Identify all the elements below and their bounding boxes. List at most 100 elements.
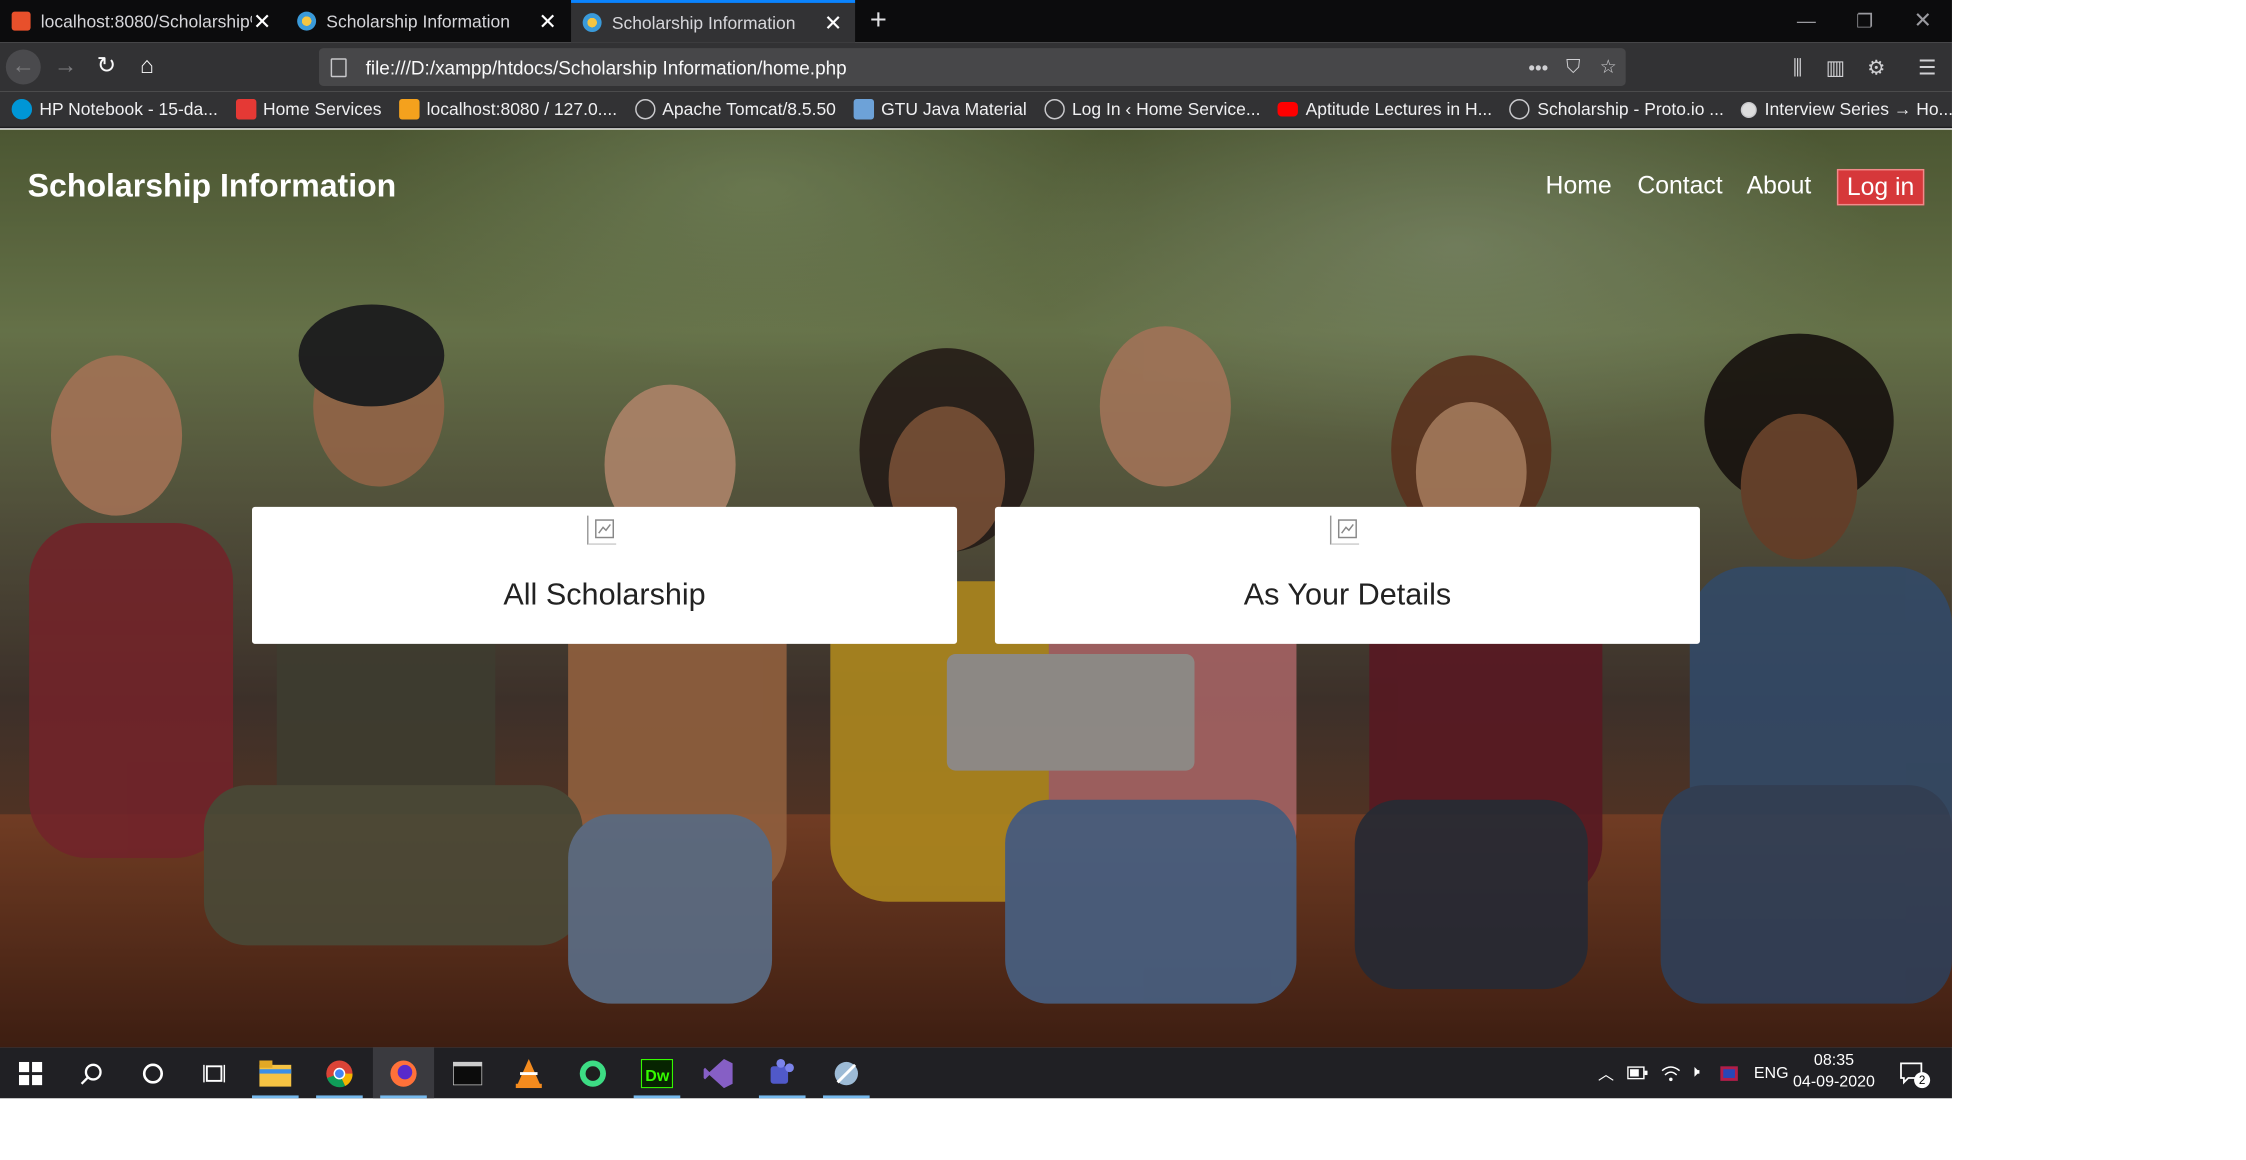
- security-icon[interactable]: [1719, 1047, 1739, 1098]
- nav-home[interactable]: Home: [1546, 172, 1612, 201]
- taskbar-vlc[interactable]: [498, 1047, 559, 1098]
- bookmark-label: HP Notebook - 15-da...: [39, 99, 218, 120]
- vlc-icon: [515, 1058, 542, 1088]
- youtube-icon: [1277, 101, 1299, 117]
- tab-label: Scholarship Information: [326, 10, 510, 32]
- reload-button[interactable]: ↻: [89, 50, 124, 85]
- minimize-button[interactable]: —: [1777, 0, 1835, 42]
- rocket-icon: [834, 1061, 858, 1085]
- hp-icon: [11, 99, 33, 120]
- bookmark-proto-io[interactable]: Scholarship - Proto.io ...: [1509, 99, 1724, 120]
- page-actions-icon[interactable]: •••: [1521, 56, 1556, 78]
- close-icon[interactable]: ✕: [823, 9, 843, 36]
- android-studio-icon: [579, 1059, 606, 1086]
- cortana-button[interactable]: [122, 1047, 183, 1098]
- tray-chevron-icon[interactable]: ︿: [1598, 1047, 1614, 1098]
- bookmark-gtu-java[interactable]: GTU Java Material: [853, 99, 1027, 120]
- taskbar-file-explorer[interactable]: [245, 1047, 306, 1099]
- bookmark-home-services[interactable]: Home Services: [235, 99, 382, 120]
- card-title: All Scholarship: [503, 578, 706, 612]
- svg-text:Dw: Dw: [645, 1066, 670, 1084]
- bookmark-interview-series[interactable]: Interview Series → Ho...: [1741, 99, 1952, 119]
- login-button[interactable]: Log in: [1836, 168, 1925, 206]
- taskbar-android-studio[interactable]: [562, 1047, 623, 1098]
- bookmark-label: Scholarship - Proto.io ...: [1537, 99, 1724, 120]
- notifications-button[interactable]: 2: [1900, 1047, 1931, 1098]
- clock-date: 04-09-2020: [1792, 1073, 1875, 1092]
- taskbar-firefox[interactable]: [372, 1047, 435, 1099]
- tab-scholarship-1[interactable]: Scholarship Information ✕: [286, 0, 570, 42]
- tab-label: Scholarship Information: [611, 12, 796, 33]
- page-content: Scholarship Information Home Contact Abo…: [0, 129, 1952, 1048]
- card-all-scholarship[interactable]: All Scholarship: [252, 506, 958, 644]
- card-as-your-details[interactable]: As Your Details: [994, 506, 1700, 644]
- task-view-icon: [203, 1064, 226, 1082]
- close-window-button[interactable]: ✕: [1894, 0, 1952, 42]
- close-icon[interactable]: ✕: [252, 8, 272, 34]
- bookmark-label: Aptitude Lectures in H...: [1305, 99, 1493, 120]
- card-title: As Your Details: [1243, 578, 1452, 612]
- nav-contact[interactable]: Contact: [1637, 172, 1722, 201]
- task-view-button[interactable]: [184, 1047, 245, 1098]
- bookmark-login-home-service[interactable]: Log In ‹ Home Service...: [1044, 99, 1261, 120]
- language-indicator[interactable]: ENG: [1754, 1047, 1789, 1098]
- bookmarks-toolbar: HP Notebook - 15-da... Home Services loc…: [0, 91, 1952, 129]
- windows-taskbar: Dw ︿ 🕨 ENG 08:35 04-09-2020 2: [0, 1047, 1952, 1099]
- start-button[interactable]: [0, 1047, 61, 1098]
- bookmark-tomcat[interactable]: Apache Tomcat/8.5.50: [634, 99, 836, 120]
- folder-icon: [259, 1059, 292, 1086]
- site-favicon-icon: [582, 13, 602, 33]
- close-icon[interactable]: ✕: [538, 8, 558, 34]
- search-button[interactable]: [61, 1047, 122, 1098]
- page-icon: [853, 99, 874, 120]
- sidebar-icon[interactable]: ▥: [1818, 50, 1853, 85]
- broken-image-icon: [1329, 515, 1360, 545]
- phpmyadmin-icon: [398, 99, 420, 120]
- forward-button[interactable]: →: [48, 50, 83, 85]
- globe-icon: [634, 99, 655, 120]
- taskbar-app[interactable]: [816, 1047, 877, 1099]
- restore-button[interactable]: ❐: [1835, 0, 1893, 42]
- tab-strip: localhost:8080/Scholarship%20 ✕ Scholars…: [0, 0, 1952, 43]
- screen: localhost:8080/Scholarship%20 ✕ Scholars…: [0, 0, 1952, 1099]
- bookmark-label: Apache Tomcat/8.5.50: [662, 99, 836, 120]
- bookmark-aptitude[interactable]: Aptitude Lectures in H...: [1277, 99, 1493, 120]
- home-button[interactable]: ⌂: [130, 50, 165, 85]
- url-text: file:///D:/xampp/htdocs/Scholarship Info…: [365, 56, 847, 78]
- nav-about[interactable]: About: [1747, 172, 1812, 201]
- search-icon: [80, 1062, 102, 1084]
- pocket-icon[interactable]: ⛉: [1556, 55, 1591, 78]
- url-bar[interactable]: file:///D:/xampp/htdocs/Scholarship Info…: [319, 48, 1626, 86]
- clock-time: 08:35: [1813, 1051, 1855, 1070]
- firefox-icon: [390, 1059, 417, 1086]
- bookmark-star-icon[interactable]: ☆: [1591, 55, 1626, 78]
- globe-icon: [1044, 99, 1065, 120]
- taskbar-chrome[interactable]: [309, 1047, 370, 1099]
- taskbar-dreamweaver[interactable]: Dw: [626, 1047, 687, 1099]
- extension-icon[interactable]: ⚙: [1859, 50, 1894, 85]
- globe-icon: [1509, 99, 1531, 120]
- taskbar-terminal[interactable]: [437, 1047, 498, 1098]
- tab-localhost[interactable]: localhost:8080/Scholarship%20 ✕: [0, 0, 284, 42]
- bookmark-localhost[interactable]: localhost:8080 / 127.0....: [398, 99, 618, 120]
- taskbar-visual-studio[interactable]: [688, 1047, 749, 1098]
- battery-icon[interactable]: [1627, 1047, 1648, 1098]
- site-brand[interactable]: Scholarship Information: [28, 168, 397, 206]
- menu-icon[interactable]: ☰: [1910, 50, 1945, 85]
- site-favicon-icon: [297, 11, 317, 31]
- windows-logo-icon: [18, 1061, 43, 1085]
- visual-studio-icon: [703, 1058, 733, 1088]
- taskbar-teams[interactable]: [752, 1047, 813, 1099]
- bookmark-label: localhost:8080 / 127.0....: [426, 99, 618, 120]
- volume-icon[interactable]: 🕨: [1690, 1047, 1700, 1098]
- wifi-icon[interactable]: [1661, 1047, 1681, 1098]
- clock[interactable]: 08:35 04-09-2020: [1792, 1050, 1876, 1094]
- bookmark-hp-notebook[interactable]: HP Notebook - 15-da...: [11, 99, 218, 120]
- back-button[interactable]: ←: [5, 49, 41, 85]
- bookmark-label: Home Services: [262, 99, 382, 120]
- bookmark-label: Log In ‹ Home Service...: [1071, 99, 1261, 120]
- library-icon[interactable]: ⫼: [1780, 50, 1815, 85]
- new-tab-button[interactable]: +: [862, 4, 894, 36]
- tab-scholarship-2[interactable]: Scholarship Information ✕: [571, 0, 856, 43]
- site-icon: [1741, 101, 1758, 118]
